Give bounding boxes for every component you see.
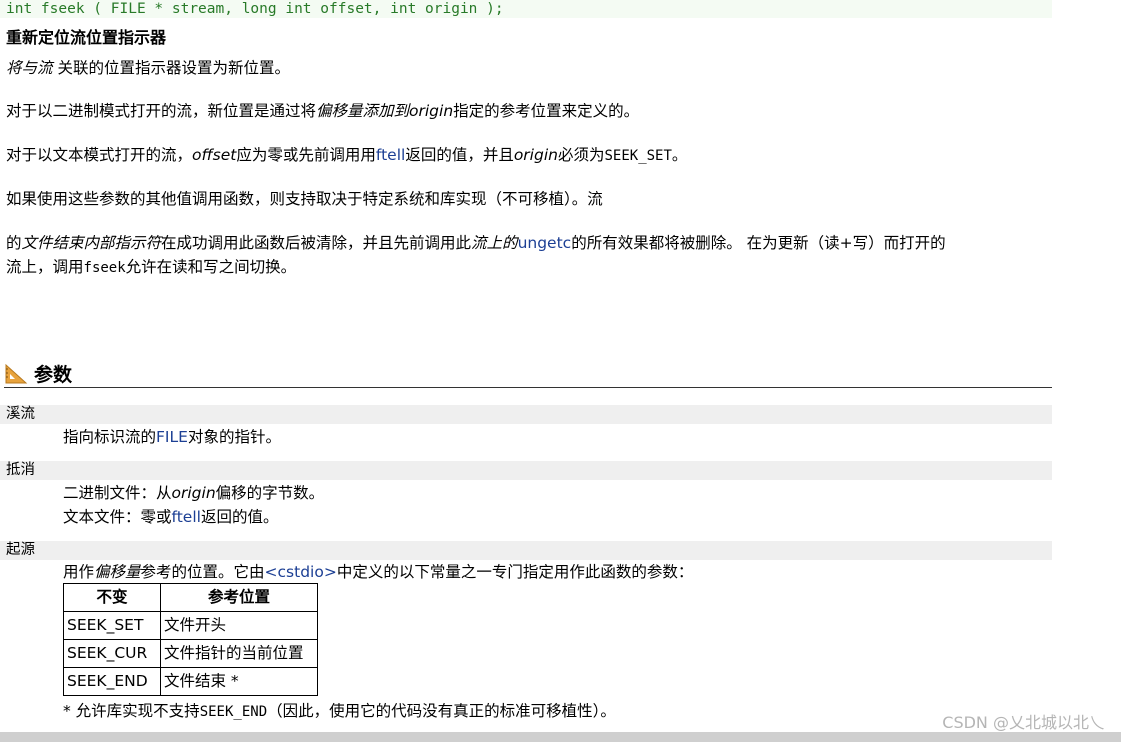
origin-desc-italic: 偏移量 xyxy=(94,563,141,581)
p3-text-b: 应为零或先前调用用 xyxy=(236,146,376,164)
triangle-ruler-icon xyxy=(5,363,28,383)
p5-text-line2b: 允许在读和写之间切换。 xyxy=(125,258,297,276)
table-row: SEEK_SET 文件开头 xyxy=(63,611,318,640)
table-cell-reference: 文件指针的当前位置 xyxy=(160,639,318,668)
p5-text-a: 的 xyxy=(6,234,22,252)
table-cell-constant: SEEK_END xyxy=(63,667,161,696)
stream-desc-b: 对象的指针。 xyxy=(187,428,281,446)
csdn-watermark: CSDN @乂北城以北乀 xyxy=(942,713,1105,732)
p3-text-c: 返回的值，并且 xyxy=(405,146,514,164)
offset-line2-a: 文本文件：零或 xyxy=(63,508,172,526)
origin-constants-table: 不变 参考位置 SEEK_SET 文件开头 SEEK_CUR 文件指针的当前位置… xyxy=(63,583,318,696)
p3-origin: origin xyxy=(513,146,558,164)
paragraph-4: 如果使用这些参数的其他值调用函数，则支持取决于特定系统和库实现（不可移植）。流 xyxy=(6,190,603,208)
offset-line1-italic: origin xyxy=(171,484,216,502)
paragraph-5: 的文件结束内部指示符在成功调用此函数后被清除，并且先前调用此流上的ungetc的… xyxy=(6,231,1054,280)
table-cell-reference: 文件开头 xyxy=(160,611,318,640)
table-cell-constant: SEEK_SET xyxy=(63,611,161,640)
p2-text-b: 指定的参考位置来定义的。 xyxy=(453,102,640,120)
origin-desc-c: 中定义的以下常量之一专门指定用作此函数的参数： xyxy=(336,563,694,581)
p2-text-a: 对于以二进制模式打开的流，新位置是通过将 xyxy=(6,102,317,120)
p5-fseek: fseek xyxy=(83,260,126,276)
paragraph-3: 对于以文本模式打开的流，offset应为零或先前调用用ftell返回的值，并且o… xyxy=(6,143,1054,168)
origin-desc-a: 用作 xyxy=(63,563,95,581)
paragraph-1: 将与流 关联的位置指示器设置为新位置。 xyxy=(6,56,1054,80)
offset-line1-a: 二进制文件：从 xyxy=(63,484,172,502)
p3-text-a: 对于以文本模式打开的流， xyxy=(6,146,193,164)
footnote-a: * 允许库实现不支持 xyxy=(63,702,200,720)
table-header-reference: 参考位置 xyxy=(160,583,318,612)
p3-text-e: 。 xyxy=(671,146,688,164)
p3-offset: offset xyxy=(192,146,237,164)
offset-line1-b: 偏移的字节数。 xyxy=(215,484,325,502)
origin-desc-b: 参考的位置。它由 xyxy=(140,563,265,581)
footnote-seek-end: SEEK_END xyxy=(199,704,268,720)
param-desc-origin: 用作偏移量参考的位置。它由<cstdio>中定义的以下常量之一专门指定用作此函数… xyxy=(63,560,693,584)
p5-italic-stream: 流上的 xyxy=(471,234,518,252)
p2-italic: 偏移量添加到origin xyxy=(316,102,454,120)
p5-text-b: 在成功调用此函数后被清除，并且先前调用此 xyxy=(161,234,472,252)
footnote: * 允许库实现不支持SEEK_END（因此，使用它的代码没有真正的标准可移植性）… xyxy=(63,699,616,724)
p5-text-line2a: 流上，调用 xyxy=(6,258,84,276)
table-cell-constant: SEEK_CUR xyxy=(63,639,161,668)
cstdio-link[interactable]: <cstdio> xyxy=(265,563,337,581)
ungetc-link[interactable]: ungetc xyxy=(518,234,572,252)
p1-italic: 将与流 xyxy=(6,59,53,77)
param-name-origin: 起源 xyxy=(0,541,1052,560)
ftell-link[interactable]: ftell xyxy=(376,146,405,164)
p1-text: 关联的位置指示器设置为新位置。 xyxy=(52,59,290,77)
table-row: SEEK_CUR 文件指针的当前位置 xyxy=(63,639,318,668)
p3-seek-set: SEEK_SET xyxy=(604,148,672,164)
parameters-section-title: 参数 xyxy=(4,360,1052,388)
table-header-row: 不变 参考位置 xyxy=(63,583,318,612)
section-title-text: 参数 xyxy=(34,364,73,386)
stream-desc-a: 指向标识流的 xyxy=(63,428,157,446)
param-desc-stream: 指向标识流的FILE对象的指针。 xyxy=(63,425,281,449)
p3-text-d: 必须为 xyxy=(557,146,605,164)
ftell-link-2[interactable]: ftell xyxy=(172,508,201,526)
bottom-scrollbar[interactable] xyxy=(0,732,1121,742)
param-name-offset: 抵消 xyxy=(0,461,1052,480)
offset-line2-b: 返回的值。 xyxy=(200,508,279,526)
document-page: int fseek ( FILE * stream, long int offs… xyxy=(0,0,1121,742)
file-link[interactable]: FILE xyxy=(156,428,188,446)
table-row: SEEK_END 文件结束 * xyxy=(63,667,318,696)
param-desc-offset-binary: 二进制文件：从origin偏移的字节数。 xyxy=(63,481,324,505)
function-summary-heading: 重新定位流位置指示器 xyxy=(6,28,167,47)
table-cell-reference: 文件结束 * xyxy=(160,667,318,696)
param-name-stream: 溪流 xyxy=(0,405,1052,424)
p5-text-c: 的所有效果都将被删除。 在为更新（读+写）而打开的 xyxy=(571,234,946,252)
footnote-b: （因此，使用它的代码没有真正的标准可移植性）。 xyxy=(267,702,616,720)
table-header-constant: 不变 xyxy=(63,583,161,612)
p5-italic-eof: 文件结束内部指示符 xyxy=(21,234,162,252)
param-desc-offset-text: 文本文件：零或ftell返回的值。 xyxy=(63,505,278,529)
function-prototype: int fseek ( FILE * stream, long int offs… xyxy=(0,0,1052,18)
paragraph-2: 对于以二进制模式打开的流，新位置是通过将偏移量添加到origin指定的参考位置来… xyxy=(6,99,1054,123)
